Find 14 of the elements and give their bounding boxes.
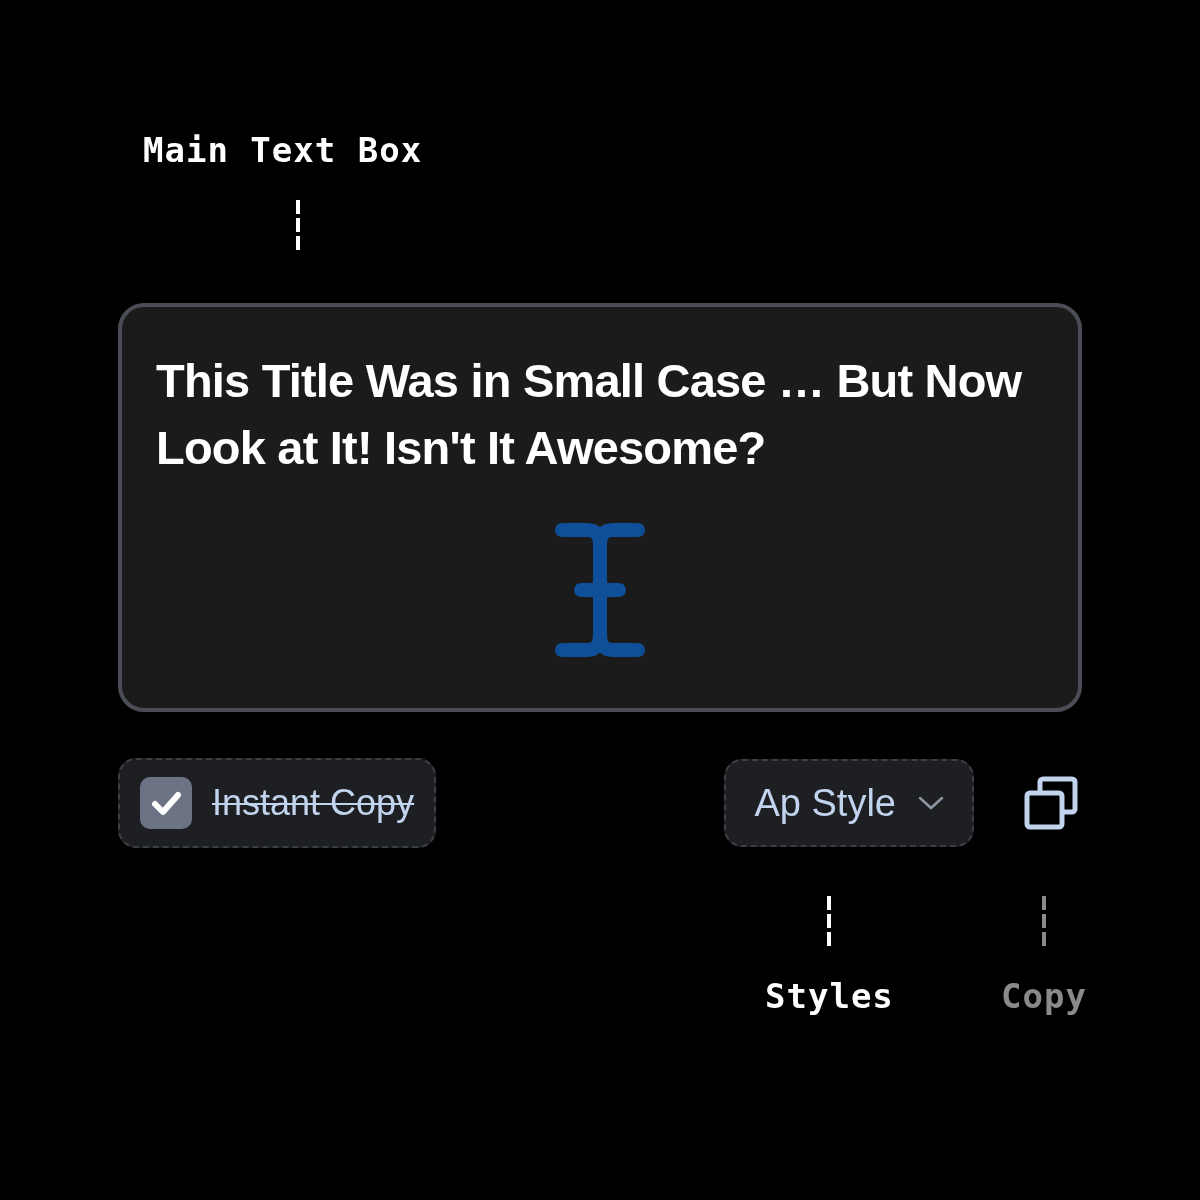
title-text: This Title Was in Small Case … But Now Look at It! Isn't It Awesome? [156, 353, 1023, 476]
copy-icon[interactable] [1024, 776, 1078, 830]
leader-line [1040, 896, 1047, 946]
chevron-down-icon [918, 795, 944, 811]
annotation-label: Copy [1001, 976, 1087, 1016]
annotation-label: Styles [765, 976, 894, 1016]
text-input[interactable]: This Title Was in Small Case … But Now Look at It! Isn't It Awesome? [118, 303, 1082, 712]
leader-line [295, 200, 301, 250]
annotation-label: Main Text Box [143, 130, 423, 170]
style-dropdown[interactable]: Ap Style [724, 759, 974, 847]
leader-line [826, 896, 833, 946]
text-cursor-icon [555, 523, 645, 657]
instant-copy-checkbox[interactable]: Instant Copy [118, 758, 437, 848]
checkbox-icon [140, 777, 192, 829]
